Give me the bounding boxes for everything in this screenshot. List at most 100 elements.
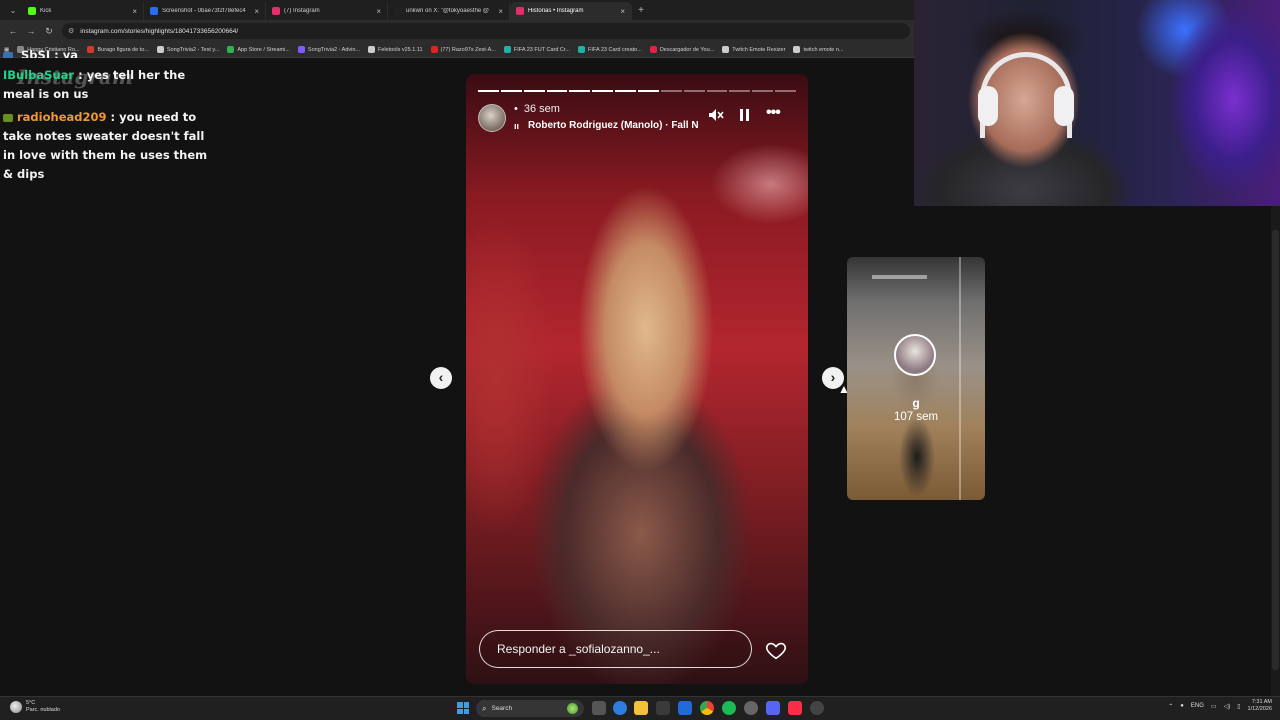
- stream-chat-overlay: SbSI : ya Instagram IBulbaSuar : yes tel…: [3, 48, 215, 184]
- reload-icon[interactable]: ↻: [40, 26, 58, 37]
- bookmark-item[interactable]: Twitch Emote Resizer: [722, 46, 785, 53]
- bookmark-item[interactable]: Feletools v25.1.11: [368, 46, 423, 53]
- tab-title: Historias • Instagram: [528, 8, 584, 14]
- tab-search-icon[interactable]: ⌄: [4, 2, 22, 20]
- windows-start-icon[interactable]: [457, 702, 469, 714]
- spotify-icon[interactable]: [722, 701, 736, 715]
- bookmark-item[interactable]: (77) Razo97s Zest-A...: [430, 46, 496, 53]
- bookmark-item[interactable]: SongTrivia2 - Advin...: [297, 46, 360, 53]
- music-bars-icon: ıı: [514, 121, 520, 131]
- bookmark-item[interactable]: App Store / Streami...: [227, 46, 290, 53]
- bookmark-label: Descargador de You...: [659, 46, 715, 53]
- tray-app-icon[interactable]: ●: [1180, 703, 1184, 709]
- edge-icon[interactable]: [613, 701, 627, 715]
- bookmark-label: FIFA 23 FUT Card Cr...: [513, 46, 571, 53]
- bookmark-label: FIFA 23 Card creato...: [588, 46, 642, 53]
- scrollbar-thumb[interactable]: [1272, 230, 1279, 670]
- more-options-icon[interactable]: •••: [766, 104, 781, 122]
- headset-icon: [978, 86, 998, 126]
- reply-input[interactable]: Responder a _sofialozanno_...: [479, 630, 752, 668]
- volume-icon[interactable]: ◁): [1224, 703, 1231, 710]
- battery-icon[interactable]: ▯: [1237, 703, 1240, 710]
- bookmark-favicon-icon: [368, 46, 375, 53]
- tab-favicon-icon: [28, 7, 36, 15]
- tab-favicon-icon: [272, 7, 280, 15]
- bookmark-label: Feletools v25.1.11: [378, 46, 423, 53]
- store-icon[interactable]: [656, 701, 670, 715]
- next-story-preview[interactable]: g 107 sem: [847, 257, 985, 500]
- pause-icon[interactable]: [739, 108, 751, 125]
- weather-description: Parc. nublado: [26, 707, 60, 713]
- obs-icon[interactable]: [744, 701, 758, 715]
- browser-tab[interactable]: Screenshot - 0bae73f2f78efec4 ×: [144, 2, 266, 20]
- story-progress-segment: [615, 90, 637, 92]
- tab-close-icon[interactable]: ×: [132, 7, 137, 16]
- next-story-timestamp: 107 sem: [893, 411, 939, 423]
- bookmark-item[interactable]: FIFA 23 Card creato...: [578, 46, 642, 53]
- bookmark-favicon-icon: [649, 46, 657, 53]
- taskbar-search[interactable]: ⌕ Search: [476, 700, 584, 717]
- story-viewer[interactable]: • 36 sem ıı Roberto Rodriguez (Manolo) · …: [466, 74, 808, 684]
- story-progress-segment: [775, 90, 797, 92]
- story-progress-segment: [752, 90, 774, 92]
- file-explorer-icon[interactable]: [634, 701, 648, 715]
- weather-widget[interactable]: 5°C Parc. nublado: [10, 700, 60, 714]
- browser-tab[interactable]: (7) Instagram ×: [266, 2, 388, 20]
- taskbar-clock[interactable]: 7:31 AM 1/12/2026: [1248, 699, 1272, 713]
- back-icon[interactable]: ←: [4, 26, 22, 36]
- search-icon: ⌕: [482, 703, 487, 713]
- bookmark-favicon-icon: [793, 46, 801, 53]
- app-icon[interactable]: [810, 701, 824, 715]
- network-icon[interactable]: ▭: [1211, 703, 1217, 710]
- mute-icon[interactable]: [708, 108, 724, 125]
- browser-tab[interactable]: Kick ×: [22, 2, 144, 20]
- bookmark-label: twitch emote n...: [803, 46, 844, 53]
- streamer-webcam: [914, 0, 1280, 206]
- bookmark-favicon-icon: [227, 46, 235, 53]
- music-app-icon[interactable]: [788, 701, 802, 715]
- site-info-icon[interactable]: ⚙: [68, 27, 74, 35]
- previous-story-button[interactable]: ‹: [430, 367, 452, 389]
- tab-close-icon[interactable]: ×: [498, 7, 503, 16]
- system-tray: ⌃ ● ENG ▭ ◁) ▯ 7:31 AM 1/12/2026: [1168, 699, 1272, 713]
- mail-icon[interactable]: [678, 701, 692, 715]
- bookmark-item[interactable]: FIFA 23 FUT Card Cr...: [503, 46, 571, 53]
- tray-chevron-icon[interactable]: ⌃: [1168, 703, 1173, 710]
- tab-close-icon[interactable]: ×: [254, 7, 259, 16]
- forward-icon[interactable]: →: [22, 26, 40, 36]
- tab-close-icon[interactable]: ×: [376, 7, 381, 16]
- windows-taskbar: 5°C Parc. nublado ⌕ Search ⌃ ● ENG ▭ ◁) ▯…: [0, 696, 1280, 720]
- chrome-icon[interactable]: [700, 701, 714, 715]
- language-indicator[interactable]: ENG: [1191, 703, 1204, 709]
- story-progress-segment: [660, 90, 682, 92]
- bookmark-item[interactable]: twitch emote n...: [793, 46, 844, 53]
- chat-message: radiohead209 : you need to take notes sw…: [3, 108, 215, 184]
- browser-tab[interactable]: unkwn on X: "@tokyoaesthe @ ×: [388, 2, 510, 20]
- chat-message: IBulbaSuar : yes tell her the meal is on…: [3, 66, 215, 104]
- chat-username: radiohead209: [17, 110, 107, 124]
- story-progress-segment: [500, 90, 522, 92]
- chat-username: IBulbaSuar: [3, 68, 75, 82]
- bookmark-item[interactable]: Descargador de You...: [649, 46, 715, 53]
- story-music-label[interactable]: Roberto Rodriguez (Manolo) · Fall N: [528, 120, 698, 131]
- tab-favicon-icon: [394, 7, 402, 15]
- chat-badge-icon: [3, 51, 13, 58]
- new-tab-button[interactable]: +: [632, 2, 650, 20]
- bookmark-favicon-icon: [722, 46, 730, 53]
- discord-icon[interactable]: [766, 701, 780, 715]
- like-heart-icon[interactable]: [765, 639, 787, 661]
- address-bar[interactable]: ⚙ instagram.com/stories/highlights/18041…: [62, 23, 910, 39]
- tab-title: unkwn on X: "@tokyoaesthe @: [406, 8, 490, 14]
- story-progress-segment: [592, 90, 614, 92]
- tab-close-icon[interactable]: ×: [620, 7, 625, 16]
- chat-badge-icon: [3, 113, 13, 122]
- tab-title: (7) Instagram: [284, 8, 320, 14]
- browser-tab[interactable]: Historias • Instagram ×: [510, 2, 632, 20]
- browser-tab-bar: ⌄ Kick × Screenshot - 0bae73f2f78efec4 × (7)…: [0, 0, 914, 20]
- bookmark-label: (77) Razo97s Zest-A...: [440, 46, 496, 53]
- story-progress-segment: [546, 90, 568, 92]
- task-view-icon[interactable]: [592, 701, 606, 715]
- preview-background: [872, 275, 927, 279]
- bookmark-favicon-icon: [297, 46, 305, 53]
- story-author-avatar[interactable]: [478, 104, 506, 132]
